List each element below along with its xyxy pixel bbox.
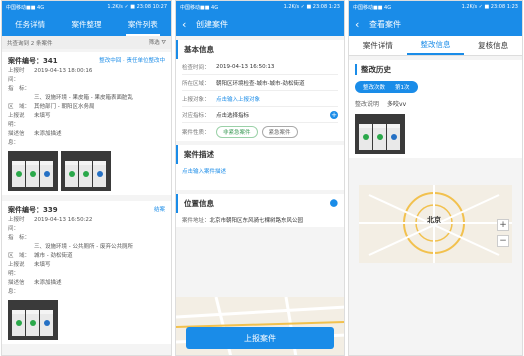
case-list-screen: 中国移动■■ 4G 1.2K/s ✓ ■ 23:08 10:27 任务详情 案件整…	[1, 0, 172, 356]
report-note: 未填写	[34, 262, 51, 268]
filter-icon: ⛛	[161, 40, 166, 46]
tab-review-info[interactable]: 复核信息	[464, 36, 522, 55]
label: 上报时间：	[8, 217, 25, 232]
non-urgent-option[interactable]: 非紧急案件	[216, 126, 258, 138]
status-right: 1.2K/s ✓ ■ 23:08 1:23	[461, 4, 518, 10]
section-case-description: 案件描述	[176, 145, 344, 164]
section-basic-info: 基本信息	[176, 40, 344, 59]
case-code: 案件编号：339	[8, 206, 58, 214]
indicator: 三、设施环境 - 果皮箱 - 果皮箱表面脏乱	[34, 95, 133, 101]
check-time[interactable]: 2019-04-13 16:50:13	[216, 64, 274, 70]
region-field[interactable]: 朝阳区环境检查-城市-城市-劲松街道	[216, 79, 304, 87]
case-card[interactable]: 案件编号：341 整改中回 · 责任单位整改中 上报时间： 2019-04-13 1…	[2, 52, 171, 195]
submit-case-button[interactable]: 上报案件	[186, 327, 334, 349]
indicator-select[interactable]: 点击选择指标	[216, 111, 249, 119]
tab-case-organize[interactable]: 案件整理	[58, 13, 114, 36]
page-title: 查看案件	[369, 20, 401, 29]
case-photo[interactable]	[8, 300, 58, 340]
description: 未添加描述	[34, 280, 62, 286]
region: 城市 - 劲松街道	[34, 253, 73, 259]
label: 案件地址：	[182, 218, 210, 224]
label: 区 域：	[8, 253, 31, 259]
label: 对应指标：	[182, 112, 210, 119]
report-time: 2019-04-13 16:50:22	[34, 217, 93, 223]
tab-task-detail[interactable]: 任务详情	[2, 13, 58, 36]
label: 描述信息：	[8, 131, 25, 146]
rectify-photo[interactable]	[355, 114, 405, 154]
description: 未添加描述	[34, 131, 62, 137]
report-target-input[interactable]: 点击输入上报对象	[216, 95, 260, 103]
label: 描述信息：	[8, 280, 25, 295]
filter-button[interactable]: 筛选 ⛛	[149, 38, 166, 47]
top-tabs: 任务详情 案件整理 案件列表	[2, 13, 171, 36]
case-photo[interactable]	[61, 151, 111, 191]
label: 检查时间：	[182, 64, 210, 71]
rectify-note: 多咬vv	[387, 101, 407, 108]
filter-bar: 共查询到 2 条案件 筛选 ⛛	[2, 36, 171, 49]
zoom-out-button[interactable]: −	[497, 235, 509, 247]
status-carrier: 中国移动■■ 4G	[6, 4, 45, 11]
label: 区 域：	[8, 104, 31, 110]
label: 案件性质：	[182, 130, 210, 136]
status-bar: 中国移动■■ 4G 1.2K/s ✓ ■ 23:08 1:23	[176, 1, 344, 13]
detail-tabs: 案件详情 整改信息 复核信息	[349, 36, 522, 56]
status-right: 1.2K/s ✓ ■ 23:08 1:23	[283, 4, 340, 10]
tab-case-detail[interactable]: 案件详情	[349, 36, 407, 55]
status-bar: 中国移动■■ 4G 1.2K/s ✓ ■ 23:08 10:27	[2, 1, 171, 13]
result-count: 共查询到 2 条案件	[7, 40, 53, 47]
zoom-in-button[interactable]: +	[497, 219, 509, 231]
label: 上报说明：	[8, 262, 25, 277]
badge-value: 第1次	[395, 85, 410, 91]
label: 指 标：	[8, 235, 31, 241]
case-status[interactable]: 结案	[154, 205, 165, 216]
description-input[interactable]: 点击输入案件描述	[176, 164, 344, 190]
case-status[interactable]: 整改中回 · 责任单位整改中	[99, 56, 165, 67]
status-carrier: 中国移动■■ 4G	[353, 4, 392, 11]
label: 上报说明：	[8, 113, 25, 128]
address-row: 案件地址：北京市朝阳区东风骑七棵树路东风公园	[176, 213, 344, 227]
badge-label: 整改次数	[363, 85, 386, 91]
nav-bar: ‹ 创建案件	[176, 13, 344, 36]
label: 整改说明	[355, 101, 380, 108]
tab-case-list[interactable]: 案件列表	[115, 13, 171, 36]
case-card[interactable]: 案件编号：339 结案 上报时间： 2019-04-13 16:50:22 指 标：…	[2, 201, 171, 344]
add-indicator-icon[interactable]: +	[330, 110, 338, 119]
location-title: 位置信息	[184, 199, 214, 208]
rectify-count-badge[interactable]: 整改次数 第1次	[355, 81, 418, 93]
region: 其他部门 - 朝阳区水务局	[34, 104, 95, 110]
case-photo[interactable]	[8, 151, 58, 191]
label: 上报对象：	[182, 96, 210, 103]
address-value: 北京市朝阳区东风骑七棵树路东风公园	[209, 218, 304, 224]
filter-label: 筛选	[148, 40, 160, 46]
back-icon[interactable]: ‹	[182, 18, 196, 31]
rectify-map[interactable]: 北京 + −	[359, 185, 512, 263]
rectify-history: 整改历史 整改次数 第1次 整改说明 多咬vv	[349, 60, 522, 158]
page-title: 创建案件	[196, 20, 228, 29]
status-right: 1.2K/s ✓ ■ 23:08 10:27	[107, 4, 167, 10]
label: 上报时间：	[8, 68, 25, 83]
label: 指 标：	[8, 86, 31, 92]
nav-bar: ‹ 查看案件	[349, 13, 522, 36]
status-carrier: 中国移动■■ 4G	[180, 4, 219, 11]
create-case-screen: 中国移动■■ 4G 1.2K/s ✓ ■ 23:08 1:23 ‹ 创建案件 基本…	[175, 0, 345, 356]
map-city-label: 北京	[427, 216, 441, 224]
back-icon[interactable]: ‹	[355, 18, 369, 31]
indicator: 三、设施环境 - 公共厕所 - 废弃公共厕所	[34, 244, 133, 250]
urgent-option[interactable]: 紧急案件	[261, 126, 298, 138]
view-case-screen: 中国移动■■ 4G 1.2K/s ✓ ■ 23:08 1:23 ‹ 查看案件 案件…	[348, 0, 523, 356]
status-bar: 中国移动■■ 4G 1.2K/s ✓ ■ 23:08 1:23	[349, 1, 522, 13]
location-pin-icon[interactable]: ⬤	[330, 198, 338, 209]
section-location: 位置信息 ⬤	[176, 194, 344, 213]
case-code: 案件编号：341	[8, 57, 58, 65]
report-note: 未填写	[34, 113, 51, 119]
label: 所在区域：	[182, 80, 210, 87]
tab-rectify-info[interactable]: 整改信息	[406, 36, 465, 55]
history-title: 整改历史	[355, 64, 516, 75]
report-time: 2019-04-13 18:00:16	[34, 68, 93, 74]
